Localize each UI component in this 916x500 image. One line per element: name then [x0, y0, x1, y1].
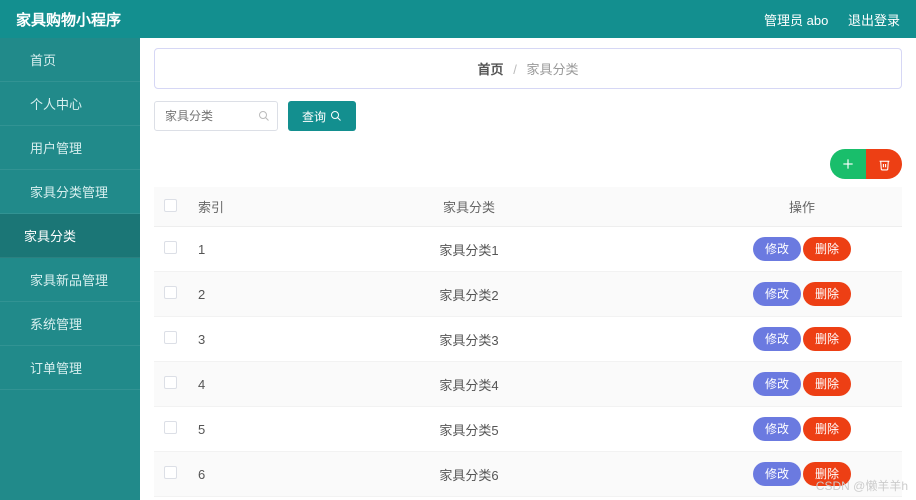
cell-index: 3	[186, 317, 236, 362]
sidebar-item-order[interactable]: 订单管理	[0, 346, 140, 390]
col-index: 索引	[186, 187, 236, 227]
cell-index: 6	[186, 452, 236, 497]
sidebar: 首页 个人中心 用户管理 家具分类管理 家具分类 家具新品管理 系统管理 订单管…	[0, 38, 140, 500]
tag-icon	[12, 186, 24, 198]
sidebar-item-profile[interactable]: 个人中心	[0, 82, 140, 126]
box-icon	[12, 274, 24, 286]
edit-button[interactable]: 修改	[753, 327, 801, 351]
row-checkbox[interactable]	[164, 331, 177, 344]
table-row: 3家具分类3 修改删除	[154, 317, 902, 362]
checkbox-all[interactable]	[164, 199, 177, 212]
delete-button[interactable]: 删除	[803, 237, 851, 261]
edit-button[interactable]: 修改	[753, 237, 801, 261]
cell-category: 家具分类1	[236, 227, 702, 272]
list-icon	[12, 362, 24, 374]
users-icon	[12, 142, 24, 154]
search-row: 查询	[154, 101, 902, 131]
table-row: 4家具分类4 修改删除	[154, 362, 902, 407]
cell-index: 1	[186, 227, 236, 272]
main-content: 首页 / 家具分类 查询	[140, 38, 916, 500]
row-checkbox[interactable]	[164, 421, 177, 434]
cell-category: 家具分类5	[236, 407, 702, 452]
breadcrumb-home[interactable]: 首页	[478, 62, 504, 77]
add-button[interactable]	[830, 149, 866, 179]
sidebar-item-usermgmt[interactable]: 用户管理	[0, 126, 140, 170]
gear-icon	[12, 318, 24, 330]
row-checkbox[interactable]	[164, 241, 177, 254]
cell-index: 5	[186, 407, 236, 452]
watermark: CSDN @懒羊羊h	[816, 477, 908, 494]
action-bar	[154, 149, 902, 179]
delete-button[interactable]: 删除	[803, 327, 851, 351]
search-icon	[330, 110, 342, 122]
cell-category: 家具分类6	[236, 452, 702, 497]
row-checkbox[interactable]	[164, 376, 177, 389]
user-icon	[12, 98, 24, 110]
logout-link[interactable]: 退出登录	[848, 13, 900, 28]
edit-button[interactable]: 修改	[753, 462, 801, 486]
query-button[interactable]: 查询	[288, 101, 356, 131]
sidebar-item-system[interactable]: 系统管理	[0, 302, 140, 346]
delete-button[interactable]: 删除	[803, 282, 851, 306]
sidebar-item-home[interactable]: 首页	[0, 38, 140, 82]
search-field-wrap	[154, 101, 278, 131]
trash-icon	[878, 158, 891, 171]
sidebar-item-newproduct[interactable]: 家具新品管理	[0, 258, 140, 302]
edit-button[interactable]: 修改	[753, 417, 801, 441]
edit-button[interactable]: 修改	[753, 282, 801, 306]
cell-index: 2	[186, 272, 236, 317]
cell-category: 家具分类4	[236, 362, 702, 407]
app-title: 家具购物小程序	[16, 9, 121, 30]
plus-icon	[841, 157, 855, 171]
admin-label[interactable]: 管理员 abo	[764, 13, 828, 28]
search-icon	[258, 110, 270, 122]
sidebar-item-categorymgmt[interactable]: 家具分类管理	[0, 170, 140, 214]
data-table: 索引 家具分类 操作 1家具分类1修改删除2家具分类2修改删除3家具分类3修改删…	[154, 187, 902, 497]
cell-category: 家具分类3	[236, 317, 702, 362]
row-checkbox[interactable]	[164, 466, 177, 479]
col-category: 家具分类	[236, 187, 702, 227]
table-row: 2家具分类2 修改删除	[154, 272, 902, 317]
breadcrumb: 首页 / 家具分类	[154, 48, 902, 89]
edit-button[interactable]: 修改	[753, 372, 801, 396]
sidebar-item-category[interactable]: 家具分类	[0, 214, 140, 258]
bulk-delete-button[interactable]	[866, 149, 902, 179]
row-checkbox[interactable]	[164, 286, 177, 299]
home-icon	[12, 54, 24, 66]
breadcrumb-sep: /	[513, 62, 517, 77]
delete-button[interactable]: 删除	[803, 417, 851, 441]
user-area: 管理员 abo 退出登录	[748, 10, 900, 29]
table-row: 5家具分类5 修改删除	[154, 407, 902, 452]
table-row: 6家具分类6修改删除	[154, 452, 902, 497]
cell-category: 家具分类2	[236, 272, 702, 317]
top-header: 家具购物小程序 管理员 abo 退出登录	[0, 0, 916, 38]
table-row: 1家具分类1 修改删除	[154, 227, 902, 272]
breadcrumb-current: 家具分类	[526, 62, 578, 77]
cell-index: 4	[186, 362, 236, 407]
delete-button[interactable]: 删除	[803, 372, 851, 396]
col-action: 操作	[702, 187, 902, 227]
